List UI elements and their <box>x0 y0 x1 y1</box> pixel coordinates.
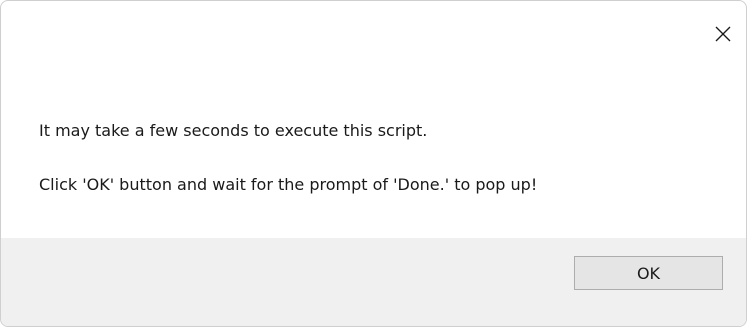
title-bar <box>1 1 746 67</box>
close-button[interactable] <box>700 13 746 55</box>
message-dialog: It may take a few seconds to execute thi… <box>0 0 747 327</box>
close-icon <box>715 26 731 42</box>
dialog-content: It may take a few seconds to execute thi… <box>1 67 746 237</box>
ok-button[interactable]: OK <box>574 256 723 290</box>
message-line: It may take a few seconds to execute thi… <box>39 121 428 140</box>
message-line: Click 'OK' button and wait for the promp… <box>39 175 538 194</box>
dialog-footer: OK <box>1 238 746 326</box>
